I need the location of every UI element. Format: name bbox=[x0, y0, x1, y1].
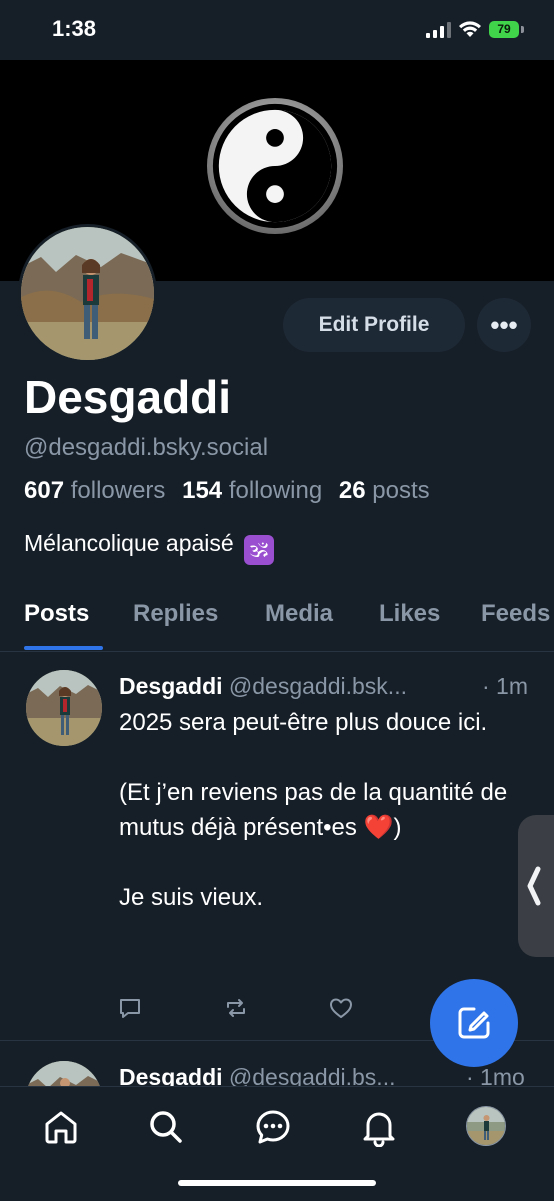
home-indicator bbox=[178, 1180, 376, 1186]
signal-icon bbox=[426, 22, 451, 38]
bell-icon[interactable] bbox=[359, 1107, 399, 1147]
battery-cap bbox=[521, 26, 524, 33]
posts-stat: 26 posts bbox=[339, 477, 430, 504]
post-author[interactable]: Desgaddi bbox=[119, 673, 223, 699]
battery-icon: 79 bbox=[489, 21, 519, 38]
avatar-photo bbox=[467, 1107, 505, 1145]
heart-emoji: ❤️ bbox=[363, 814, 394, 841]
profile-tabs: Posts Replies Media Likes Feeds bbox=[0, 590, 554, 652]
post-text-part: 2025 sera peut-être plus douce ici. (Et … bbox=[119, 709, 508, 841]
followers-label: followers bbox=[70, 477, 166, 504]
compose-icon bbox=[458, 1007, 490, 1039]
profile-stats: 607 followers 154 following 26 posts bbox=[24, 477, 440, 505]
display-name: Desgaddi bbox=[24, 371, 232, 423]
posts-label: posts bbox=[372, 477, 430, 504]
post-author[interactable]: Desgaddi bbox=[119, 1064, 223, 1086]
bio-text: Mélancolique apaisé bbox=[24, 530, 234, 556]
following-label: following bbox=[228, 477, 323, 504]
search-icon[interactable] bbox=[146, 1107, 186, 1147]
post-handle[interactable]: @desgaddi.bs... bbox=[229, 1064, 396, 1086]
profile-handle: @desgaddi.bsky.social bbox=[24, 434, 269, 461]
status-bar: 1:38 79 bbox=[0, 0, 554, 60]
repost-icon[interactable] bbox=[223, 995, 249, 1021]
post-time[interactable]: · 1m bbox=[482, 673, 528, 700]
om-emoji: 🕉 bbox=[244, 535, 275, 565]
yin-yang-icon bbox=[206, 97, 344, 235]
avatar-photo bbox=[26, 1061, 102, 1086]
followers-stat[interactable]: 607 followers bbox=[24, 477, 165, 504]
drawer-handle[interactable] bbox=[518, 815, 554, 957]
tab-replies[interactable]: Replies bbox=[133, 600, 218, 628]
post-header: Desgaddi @desgaddi.bs... bbox=[119, 1064, 395, 1086]
post-header: Desgaddi @desgaddi.bsk... bbox=[119, 673, 407, 700]
profile-bio: Mélancolique apaisé 🕉 bbox=[24, 530, 275, 565]
edit-profile-button[interactable]: Edit Profile bbox=[283, 298, 465, 352]
post-time[interactable]: · 1mo bbox=[466, 1064, 525, 1086]
posts-count: 26 bbox=[338, 477, 366, 504]
chevron-left-icon bbox=[527, 866, 541, 906]
following-stat[interactable]: 154 following bbox=[182, 477, 322, 504]
tab-posts[interactable]: Posts bbox=[24, 600, 89, 628]
avatar-photo bbox=[21, 227, 154, 360]
heart-icon[interactable] bbox=[328, 995, 354, 1021]
following-count: 154 bbox=[182, 477, 223, 504]
profile-nav-avatar[interactable] bbox=[466, 1106, 506, 1146]
followers-count: 607 bbox=[24, 477, 65, 504]
tab-likes[interactable]: Likes bbox=[379, 600, 440, 628]
wifi-icon bbox=[459, 21, 481, 37]
tab-feeds[interactable]: Feeds bbox=[481, 600, 550, 628]
more-options-button[interactable]: ••• bbox=[477, 298, 531, 352]
compose-button[interactable] bbox=[430, 979, 518, 1067]
avatar-photo bbox=[26, 670, 102, 746]
tab-media[interactable]: Media bbox=[265, 600, 333, 628]
active-tab-indicator bbox=[24, 646, 103, 650]
post-avatar[interactable] bbox=[26, 670, 102, 746]
post-text: 2025 sera peut-être plus douce ici. (Et … bbox=[119, 705, 529, 915]
post-avatar[interactable] bbox=[26, 1061, 102, 1086]
chat-icon[interactable] bbox=[253, 1107, 293, 1147]
reply-icon[interactable] bbox=[117, 995, 143, 1021]
post-handle[interactable]: @desgaddi.bsk... bbox=[229, 673, 407, 699]
home-icon[interactable] bbox=[41, 1107, 81, 1147]
profile-avatar[interactable] bbox=[18, 224, 157, 363]
status-time: 1:38 bbox=[52, 16, 97, 41]
